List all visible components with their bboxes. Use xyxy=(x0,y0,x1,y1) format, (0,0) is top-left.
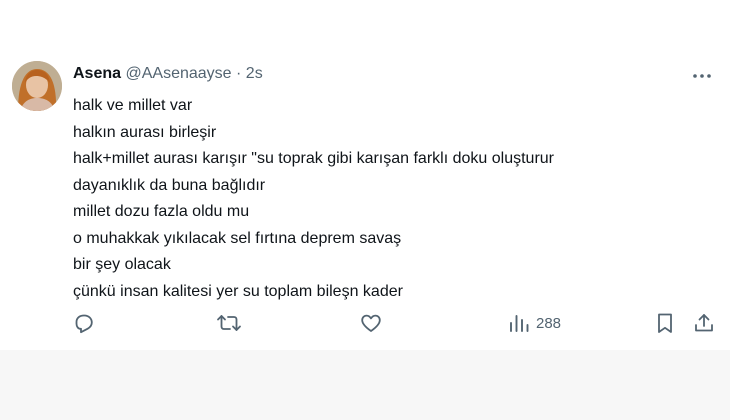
views-bar-chart-icon xyxy=(510,315,529,332)
avatar[interactable] xyxy=(12,61,62,111)
tweet-text-line: o muhakkak yıkılacak sel fırtına deprem … xyxy=(73,229,402,247)
tweet-text: halk ve millet var halkın aurası birleşi… xyxy=(73,93,554,305)
retweet-button[interactable] xyxy=(216,310,242,336)
tweet-text-line: çünkü insan kalitesi yer su toplam bileş… xyxy=(73,282,403,300)
author-handle[interactable]: @AAsenaayse xyxy=(125,65,231,82)
share-button[interactable] xyxy=(692,310,716,336)
tweet-text-line: bir şey olacak xyxy=(73,256,171,273)
tweet-text-line: halk ve millet var xyxy=(73,97,193,114)
tweet-text-line: halkın aurası birleşir xyxy=(73,123,217,141)
more-options-button[interactable] xyxy=(690,64,714,88)
views-button[interactable]: 288 xyxy=(508,310,561,336)
author-name[interactable]: Asena xyxy=(73,65,121,82)
more-dots-icon xyxy=(693,74,711,78)
heart-icon xyxy=(361,314,381,332)
share-icon xyxy=(695,314,713,332)
tweet-card: Asena @AAsenaayse · 2s halk ve millet va… xyxy=(0,0,730,350)
tweet-header: Asena @AAsenaayse · 2s xyxy=(73,64,263,84)
tweet-text-line: dayanıklık da buna bağlıdır xyxy=(73,176,266,194)
separator-dot: · xyxy=(236,65,242,82)
reply-button[interactable] xyxy=(72,310,96,336)
tweet-text-line: millet dozu fazla oldu mu xyxy=(73,203,250,220)
reply-icon xyxy=(75,314,93,334)
bookmark-button[interactable] xyxy=(653,310,677,336)
bookmark-icon xyxy=(658,313,672,333)
views-count: 288 xyxy=(536,314,562,332)
retweet-icon xyxy=(217,315,241,331)
like-button[interactable] xyxy=(359,310,383,336)
avatar-image xyxy=(12,61,62,111)
timestamp[interactable]: 2s xyxy=(246,65,263,82)
action-bar: 288 xyxy=(0,310,730,338)
tweet-text-line: halk+millet aurası karışır "su toprak gi… xyxy=(73,150,554,167)
